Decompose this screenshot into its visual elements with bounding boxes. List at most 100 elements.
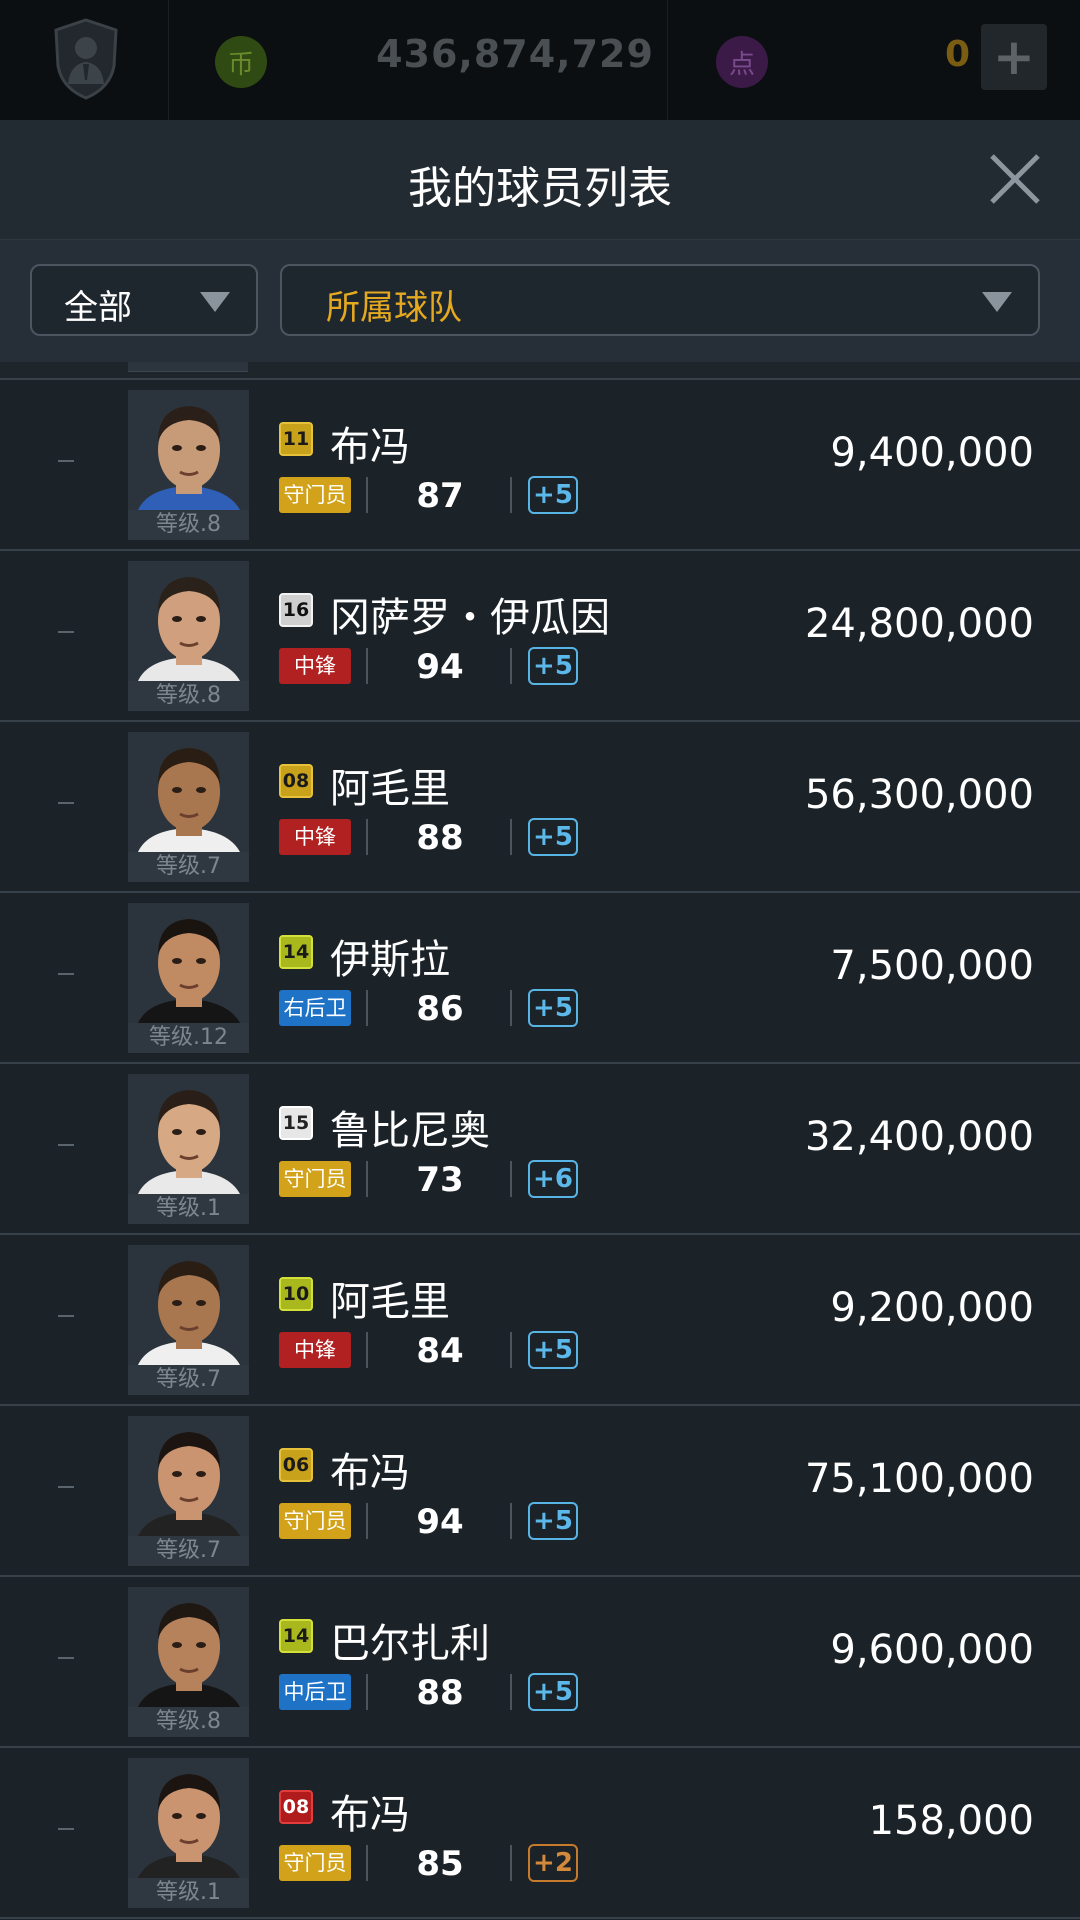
player-level: 等级.1 <box>128 1878 249 1908</box>
category-dropdown-value: 全部 <box>64 288 132 328</box>
jersey-number-badge: 15 <box>279 1106 313 1140</box>
player-level: 等级.8 <box>128 510 249 540</box>
player-row[interactable]: 等级.12 14 伊斯拉 右后卫 86 +5 7,500,000 <box>0 893 1080 1064</box>
coin-icon: 币 <box>215 36 267 88</box>
position-badge: 中锋 <box>279 1332 351 1368</box>
divider <box>366 819 368 855</box>
player-level: 等级.7 <box>128 1536 249 1566</box>
player-portrait: 等级.1 <box>128 1758 249 1908</box>
position-badge: 中后卫 <box>279 1674 351 1710</box>
player-row[interactable]: 等级.8 16 冈萨罗・伊瓜因 中锋 94 +5 24,800,000 <box>0 551 1080 722</box>
player-level: 等级.7 <box>128 1365 249 1395</box>
selection-dash <box>58 460 74 462</box>
divider <box>366 648 368 684</box>
selection-dash <box>58 1144 74 1146</box>
jersey-number-badge: 14 <box>279 935 313 969</box>
player-level: 等级.7 <box>128 852 249 882</box>
divider <box>366 477 368 513</box>
selection-dash <box>58 631 74 633</box>
status-bar: 币 436,874,729 点 0 + <box>0 0 1080 120</box>
jersey-number-badge: 11 <box>279 422 313 456</box>
player-name: 布冯 <box>330 1450 410 1496</box>
position-badge: 右后卫 <box>279 990 351 1026</box>
player-row[interactable]: 等级.8 14 巴尔扎利 中后卫 88 +5 9,600,000 <box>0 1577 1080 1748</box>
money-balance: 436,874,729 <box>376 32 654 76</box>
player-portrait: 等级.8 <box>128 561 249 711</box>
app-root: 币 436,874,729 点 0 + 我的球员列表 全部 所属球队 等级.8 … <box>0 0 1080 1920</box>
chevron-down-icon <box>982 292 1012 312</box>
team-dropdown-value: 所属球队 <box>326 288 462 328</box>
player-list[interactable]: 等级.8 11 布冯 守门员 87 +5 9,400,000 等级.8 16 冈… <box>0 362 1080 1920</box>
divider <box>366 990 368 1026</box>
jersey-number-badge: 16 <box>279 593 313 627</box>
player-level: 等级.8 <box>128 1707 249 1737</box>
player-portrait: 等级.7 <box>128 1245 249 1395</box>
category-dropdown[interactable]: 全部 <box>30 264 258 336</box>
enhancement-badge: +5 <box>528 647 578 685</box>
selection-dash <box>58 802 74 804</box>
divider <box>510 1503 512 1539</box>
position-badge: 守门员 <box>279 477 351 513</box>
player-row[interactable]: 等级.7 10 阿毛里 中锋 84 +5 9,200,000 <box>0 1235 1080 1406</box>
selection-dash <box>58 1486 74 1488</box>
selection-dash <box>58 1657 74 1659</box>
jersey-number-badge: 08 <box>279 1790 313 1824</box>
jersey-number-badge: 08 <box>279 764 313 798</box>
divider <box>510 819 512 855</box>
position-badge: 中锋 <box>279 819 351 855</box>
enhancement-badge: +5 <box>528 476 578 514</box>
enhancement-badge: +2 <box>528 1844 578 1882</box>
player-portrait: 等级.7 <box>128 1416 249 1566</box>
enhancement-badge: +5 <box>528 1331 578 1369</box>
chevron-down-icon <box>200 292 230 312</box>
filter-bar: 全部 所属球队 <box>0 240 1080 362</box>
player-portrait: 等级.8 <box>128 1587 249 1737</box>
player-rating: 87 <box>416 476 464 516</box>
close-icon[interactable] <box>988 152 1042 206</box>
player-row[interactable]: 等级.7 06 布冯 守门员 94 +5 75,100,000 <box>0 1406 1080 1577</box>
player-name: 布冯 <box>330 1792 410 1838</box>
player-row[interactable]: 等级.8 11 布冯 守门员 87 +5 9,400,000 <box>0 380 1080 551</box>
player-row[interactable]: 等级.1 15 鲁比尼奥 守门员 73 +6 32,400,000 <box>0 1064 1080 1235</box>
player-price: 9,400,000 <box>830 430 1034 476</box>
player-price: 24,800,000 <box>804 601 1034 647</box>
player-rating: 84 <box>416 1331 464 1371</box>
divider <box>510 1332 512 1368</box>
team-dropdown[interactable]: 所属球队 <box>280 264 1040 336</box>
player-portrait: 等级.1 <box>128 1074 249 1224</box>
page-title: 我的球员列表 <box>408 163 672 214</box>
player-price: 32,400,000 <box>804 1114 1034 1160</box>
divider <box>366 1845 368 1881</box>
player-name: 阿毛里 <box>330 766 450 812</box>
player-portrait: 等级.12 <box>128 903 249 1053</box>
manager-avatar-icon[interactable] <box>52 18 120 100</box>
player-portrait: 等级.7 <box>128 732 249 882</box>
player-name: 布冯 <box>330 424 410 470</box>
divider <box>366 1332 368 1368</box>
enhancement-badge: +6 <box>528 1160 578 1198</box>
jersey-number-badge: 06 <box>279 1448 313 1482</box>
point-icon: 点 <box>716 36 768 88</box>
header: 我的球员列表 <box>0 120 1080 240</box>
player-price: 9,200,000 <box>830 1285 1034 1331</box>
enhancement-badge: +5 <box>528 1673 578 1711</box>
player-price: 75,100,000 <box>804 1456 1034 1502</box>
player-rating: 88 <box>416 1673 464 1713</box>
divider <box>510 990 512 1026</box>
selection-dash <box>58 973 74 975</box>
player-name: 冈萨罗・伊瓜因 <box>330 595 610 641</box>
position-badge: 守门员 <box>279 1161 351 1197</box>
player-level: 等级.8 <box>128 681 249 711</box>
player-row[interactable]: 等级.7 08 阿毛里 中锋 88 +5 56,300,000 <box>0 722 1080 893</box>
position-badge: 守门员 <box>279 1845 351 1881</box>
player-rating: 85 <box>416 1844 464 1884</box>
points-balance: 0 <box>944 34 970 75</box>
add-points-button[interactable]: + <box>981 24 1047 90</box>
player-rating: 86 <box>416 989 464 1029</box>
jersey-number-badge: 10 <box>279 1277 313 1311</box>
position-badge: 中锋 <box>279 648 351 684</box>
player-level: 等级.12 <box>128 1023 249 1053</box>
player-row[interactable]: 等级.1 08 布冯 守门员 85 +2 158,000 <box>0 1748 1080 1919</box>
divider <box>366 1161 368 1197</box>
player-name: 鲁比尼奥 <box>330 1108 490 1154</box>
